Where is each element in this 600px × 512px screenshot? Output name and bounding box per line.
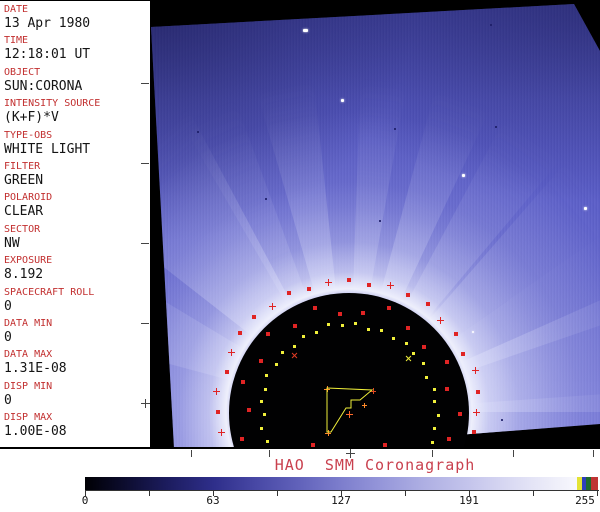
field-label: DATE xyxy=(4,4,29,15)
field-value: 0 xyxy=(4,392,12,408)
field-value: 1.00E-08 xyxy=(4,424,67,440)
metadata-field: INTENSITY SOURCE (K+F)*V xyxy=(0,95,150,126)
metadata-field: TYPE-OBS WHITE LIGHT xyxy=(0,127,150,158)
field-label: TYPE-OBS xyxy=(4,129,53,141)
colorbar-tick-label: 63 xyxy=(206,494,220,507)
colorbar-tick-label: 255 xyxy=(575,494,595,507)
field-value: 1.31E-08 xyxy=(4,361,67,377)
metadata-field: SECTOR NW xyxy=(0,221,150,252)
metadata-field: FILTER GREEN xyxy=(0,158,150,189)
metadata-field: SPACECRAFT ROLL 0 xyxy=(0,284,150,315)
field-label: DISP MIN xyxy=(4,380,53,392)
bottom-fiducial-tick xyxy=(513,450,514,457)
overlay-markers xyxy=(150,1,600,447)
field-value: 12:18:01 UT xyxy=(4,47,91,63)
field-value: WHITE LIGHT xyxy=(4,141,91,157)
bottom-fiducial-tick xyxy=(432,450,433,457)
left-fiducial-plus xyxy=(140,398,150,408)
intensity-colorbar xyxy=(85,477,598,490)
field-value: 13 Apr 1980 xyxy=(4,16,91,31)
image-title: HAO SMM Coronagraph xyxy=(274,456,476,474)
colorbar-tick-label: 191 xyxy=(459,494,479,507)
image-row: DATE 13 Apr 1980 TIME 12:18:01 UT OBJECT SUN:… xyxy=(0,0,600,449)
metadata-field: DATA MAX 1.31E-08 xyxy=(0,346,150,377)
metadata-field: DISP MAX 1.00E-08 xyxy=(0,409,150,440)
field-value: 0 xyxy=(4,298,12,314)
pylon-path xyxy=(326,387,374,433)
left-fiducial-tick xyxy=(141,243,149,244)
field-label: POLAROID xyxy=(4,192,53,204)
coronagraph-image xyxy=(150,1,600,447)
left-fiducial-tick xyxy=(141,83,149,84)
colorbar-tick-label: 0 xyxy=(81,494,89,507)
bottom-fiducial-tick xyxy=(191,450,192,457)
colorbar-tick xyxy=(149,490,150,496)
metadata-field: TIME 12:18:01 UT xyxy=(0,32,150,63)
field-value: GREEN xyxy=(4,172,44,188)
field-label: SECTOR xyxy=(4,223,41,235)
smm-coronagraph-viewer: DATE 13 Apr 1980 TIME 12:18:01 UT OBJECT SUN:… xyxy=(0,0,600,512)
metadata-field: POLAROID CLEAR xyxy=(0,189,150,220)
colorbar-tick-label: 127 xyxy=(331,494,351,507)
footer-area: HAO SMM Coronagraph 0 63 127 191 255 xyxy=(0,448,600,512)
bottom-fiducial-plus xyxy=(345,448,355,458)
field-label: INTENSITY SOURCE xyxy=(4,98,101,110)
field-label: DISP MAX xyxy=(4,412,53,424)
metadata-field: OBJECT SUN:CORONA xyxy=(0,64,150,95)
field-label: FILTER xyxy=(4,160,41,172)
colorbar-axis xyxy=(85,490,599,491)
colorbar-tick xyxy=(277,490,278,496)
field-value: 8.192 xyxy=(4,267,44,283)
field-label: TIME xyxy=(4,35,29,47)
field-value: 0 xyxy=(4,329,12,345)
field-label: DATA MIN xyxy=(4,317,53,329)
colorbar-tick xyxy=(405,490,406,496)
field-value: CLEAR xyxy=(4,204,44,220)
bottom-fiducial-tick xyxy=(593,450,594,457)
field-value: (K+F)*V xyxy=(4,110,59,126)
bottom-fiducial-tick xyxy=(269,450,270,457)
field-label: EXPOSURE xyxy=(4,255,53,267)
field-value: NW xyxy=(4,235,20,251)
field-label: DATA MAX xyxy=(4,349,53,361)
metadata-panel: DATE 13 Apr 1980 TIME 12:18:01 UT OBJECT SUN:… xyxy=(0,1,150,447)
pylon-outline xyxy=(326,387,374,433)
metadata-field: DATE 13 Apr 1980 xyxy=(0,1,150,32)
colorbar-tick xyxy=(533,490,534,496)
metadata-field: DISP MIN 0 xyxy=(0,378,150,409)
metadata-field: EXPOSURE 8.192 xyxy=(0,252,150,283)
colorbar-tick xyxy=(597,490,598,496)
left-fiducial-tick xyxy=(141,163,149,164)
field-label: SPACECRAFT ROLL xyxy=(4,286,95,298)
metadata-field: DATA MIN 0 xyxy=(0,315,150,346)
field-value: SUN:CORONA xyxy=(4,78,83,94)
field-label: OBJECT xyxy=(4,66,41,78)
left-fiducial-tick xyxy=(141,323,149,324)
